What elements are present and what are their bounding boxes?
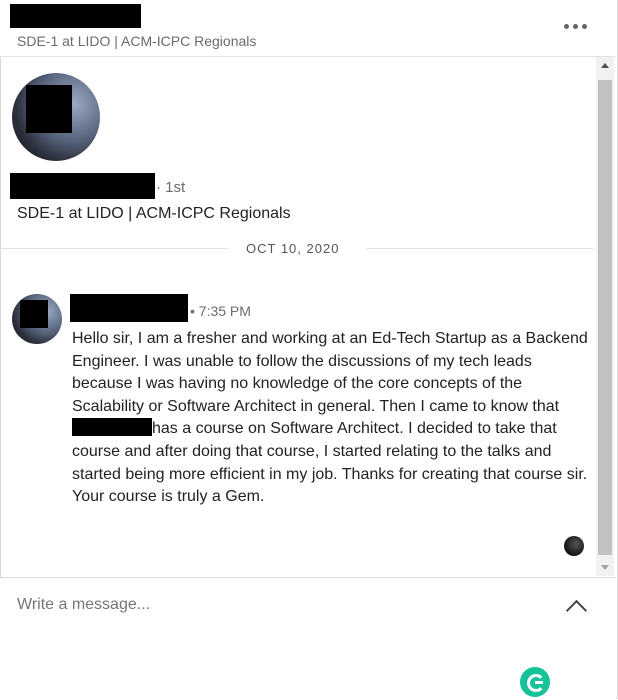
- divider: [0, 248, 228, 249]
- message-input[interactable]: [17, 596, 517, 614]
- scroll-up-arrow-icon[interactable]: [596, 57, 614, 75]
- redacted-profile-name: [10, 173, 155, 199]
- redacted-contact-name: [10, 4, 141, 28]
- more-horizontal-icon: [564, 24, 569, 29]
- redacted-text: [72, 418, 152, 437]
- scrollbar-thumb[interactable]: [598, 80, 612, 555]
- redacted-face: [26, 85, 72, 133]
- scrollbar[interactable]: [596, 57, 614, 576]
- redacted-sender-name: [70, 294, 188, 322]
- profile-avatar[interactable]: [12, 73, 100, 161]
- more-horizontal-icon: [582, 24, 587, 29]
- scroll-down-arrow-icon[interactable]: [596, 558, 614, 576]
- sender-avatar[interactable]: [12, 294, 62, 344]
- divider: [366, 248, 594, 249]
- message-thread[interactable]: · 1st SDE-1 at LIDO | ACM-ICPC Regionals…: [0, 57, 616, 576]
- conversation-header: SDE-1 at LIDO | ACM-ICPC Regionals: [0, 0, 616, 57]
- profile-headline: SDE-1 at LIDO | ACM-ICPC Regionals: [17, 205, 291, 222]
- message-timestamp: • 7:35 PM: [190, 303, 251, 319]
- chevron-up-icon[interactable]: [562, 596, 590, 614]
- message-text-part: Hello sir, I am a fresher and working at…: [72, 330, 588, 415]
- more-options-button[interactable]: [560, 18, 592, 36]
- read-receipt-avatar: [564, 536, 584, 556]
- grammarly-icon[interactable]: [520, 667, 550, 697]
- message-body: Hello sir, I am a fresher and working at…: [72, 328, 592, 509]
- more-horizontal-icon: [573, 24, 578, 29]
- redacted-face: [20, 300, 48, 328]
- connection-degree: · 1st: [156, 179, 186, 196]
- date-separator: OCT 10, 2020: [246, 241, 340, 256]
- header-subtitle: SDE-1 at LIDO | ACM-ICPC Regionals: [17, 33, 257, 49]
- compose-area: [0, 577, 616, 699]
